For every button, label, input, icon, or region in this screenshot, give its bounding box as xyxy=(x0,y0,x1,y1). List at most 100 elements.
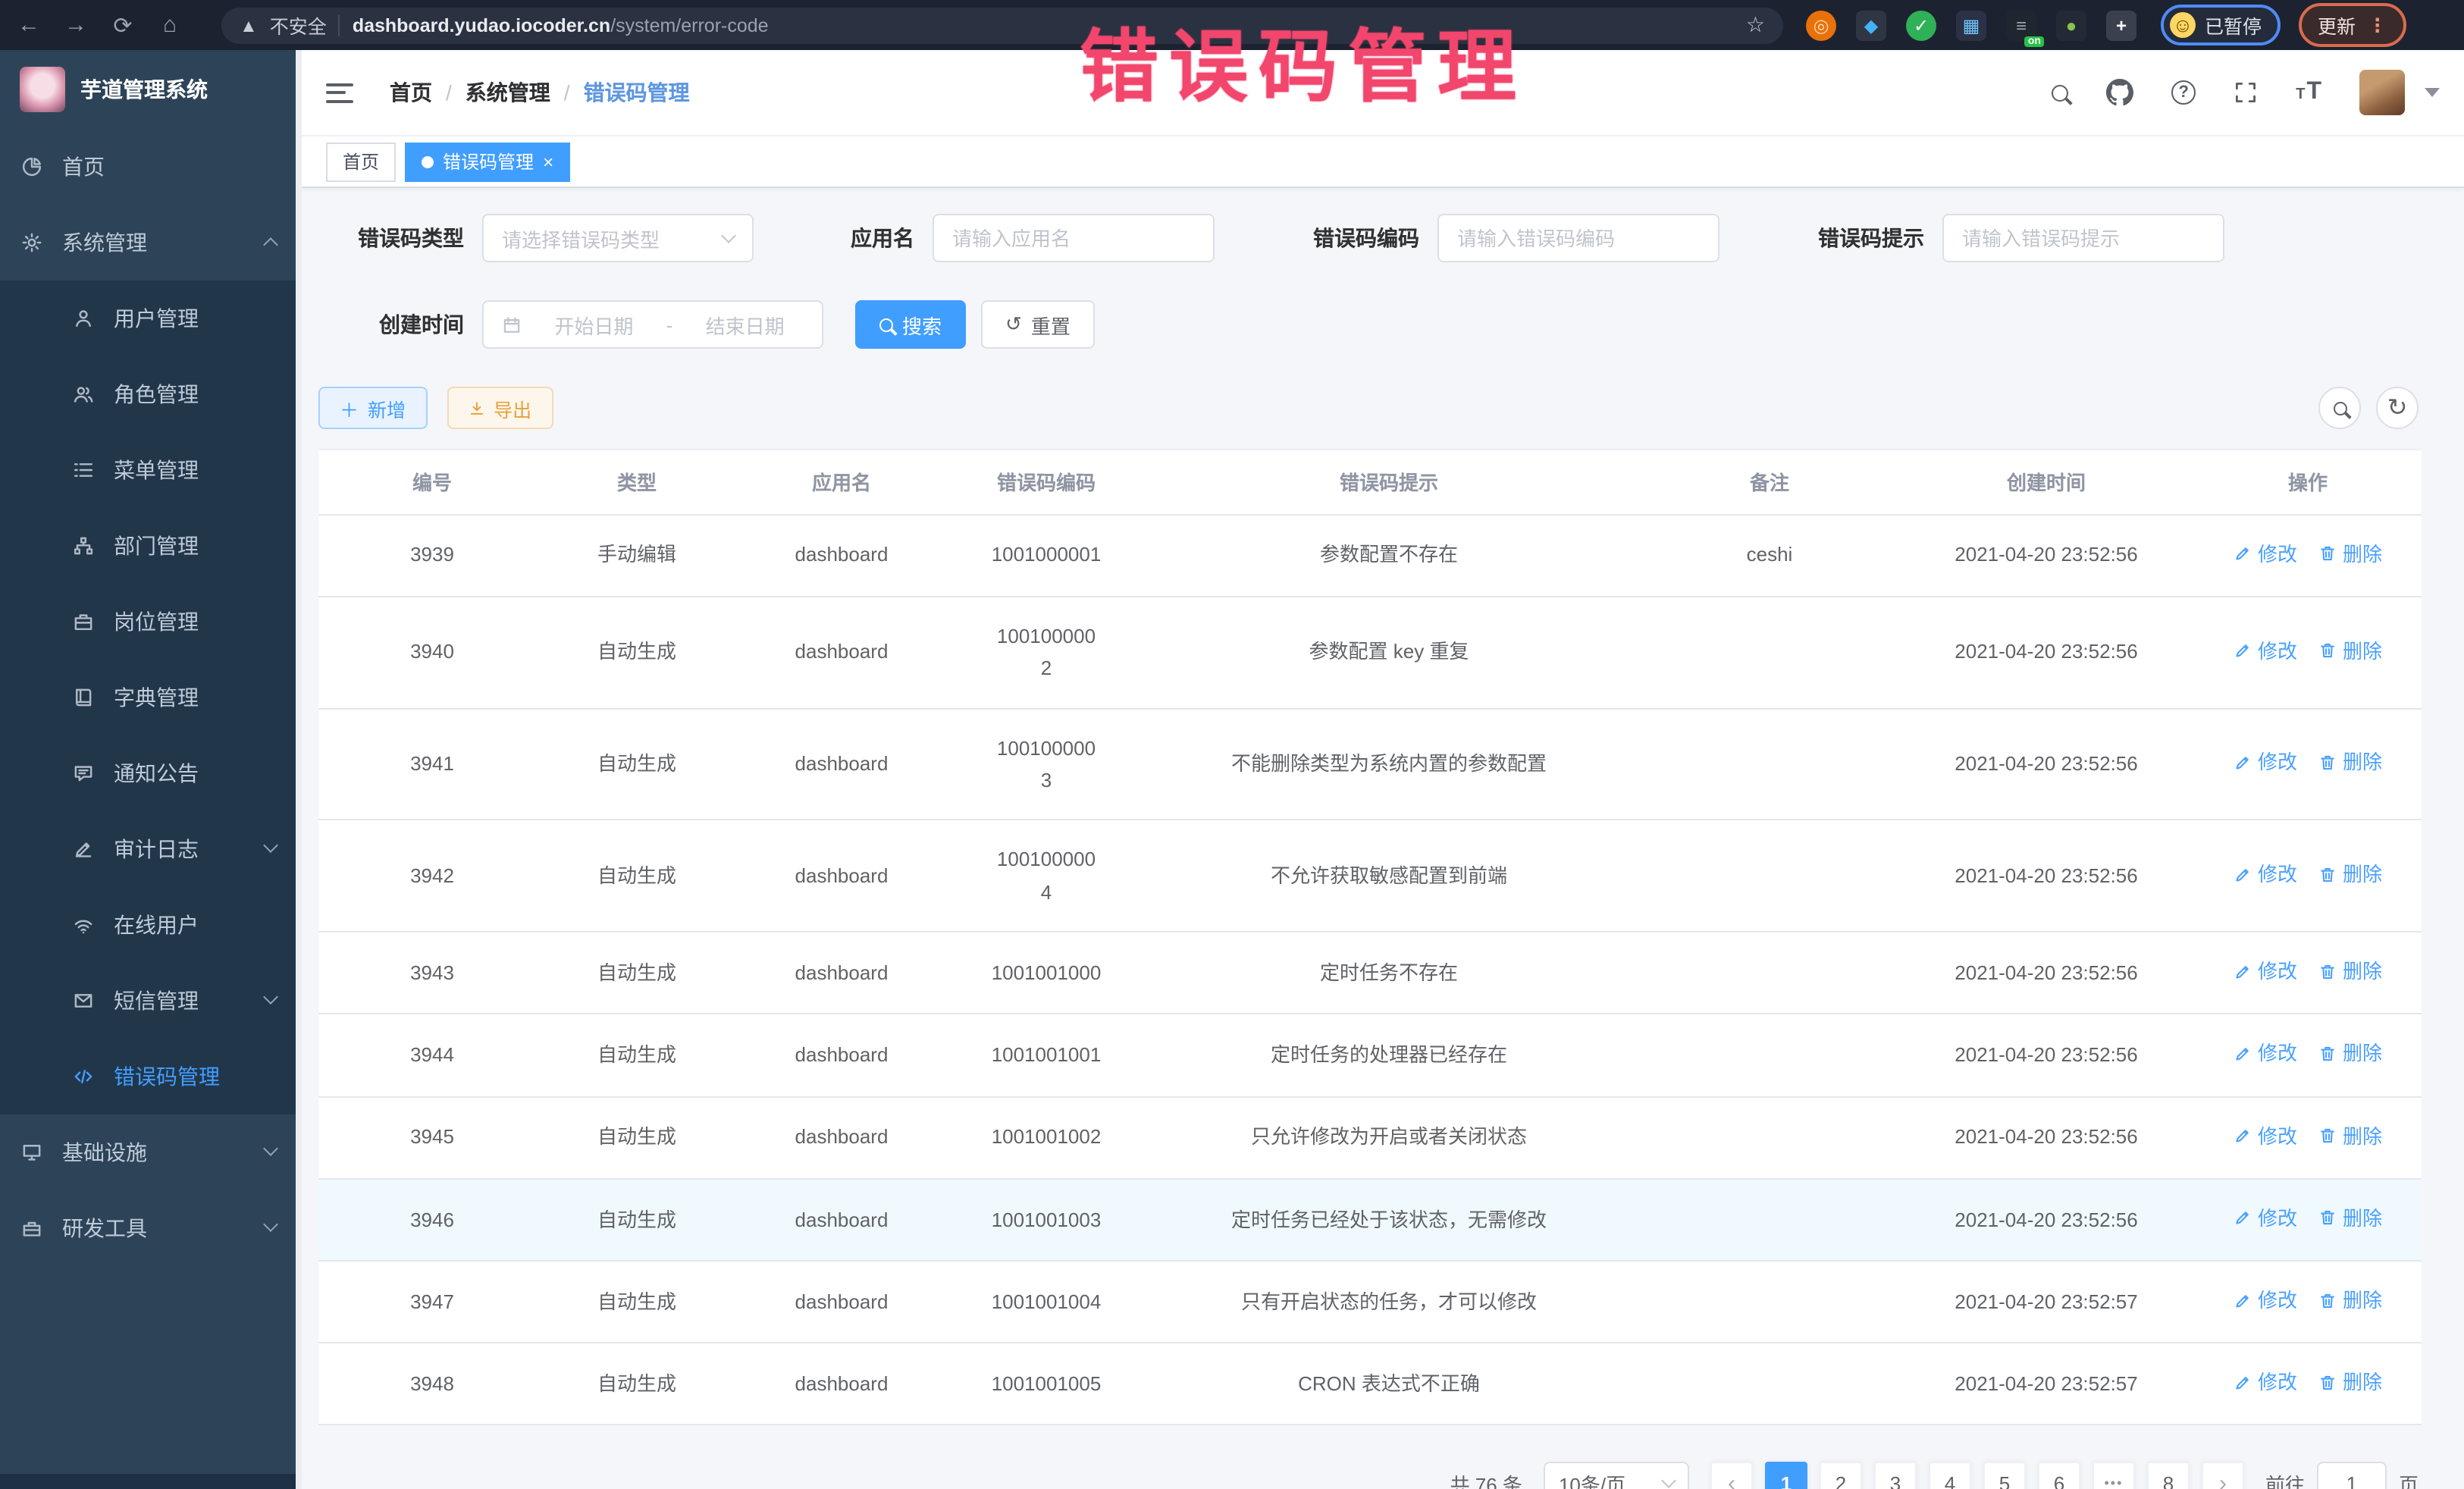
close-tab-icon[interactable]: × xyxy=(543,152,553,171)
home-icon[interactable]: ⌂ xyxy=(156,12,183,38)
delete-link[interactable]: 删除 xyxy=(2318,1366,2382,1399)
reset-button[interactable]: ↺ 重置 xyxy=(981,300,1095,349)
sidebar-item-sms-management[interactable]: 短信管理 xyxy=(0,963,302,1039)
breadcrumb-item[interactable]: 首页 xyxy=(390,77,432,108)
sidebar-item-post-management[interactable]: 岗位管理 xyxy=(0,584,302,660)
search-icon[interactable] xyxy=(2052,84,2068,101)
breadcrumb-item[interactable]: 错误码管理 xyxy=(584,77,690,108)
edit-link[interactable]: 修改 xyxy=(2234,1202,2297,1235)
edit-link[interactable]: 修改 xyxy=(2234,956,2297,989)
delete-link[interactable]: 删除 xyxy=(2318,538,2382,570)
page-button-8[interactable]: 8 xyxy=(2147,1462,2190,1489)
export-button[interactable]: 导出 xyxy=(447,387,553,429)
github-icon[interactable] xyxy=(2106,79,2133,106)
sidebar-item-system-management[interactable]: 系统管理 xyxy=(0,205,302,281)
bookmark-star-icon[interactable]: ☆ xyxy=(1746,12,1765,38)
next-page-button[interactable]: › xyxy=(2202,1462,2244,1489)
ext-blue-gem-icon[interactable]: ◆ xyxy=(1856,10,1886,40)
sidebar-item-menu-management[interactable]: 菜单管理 xyxy=(0,432,302,508)
error-type-select[interactable]: 请选择错误码类型 xyxy=(482,214,754,262)
app-name-input[interactable] xyxy=(933,214,1215,262)
refresh-table-button[interactable]: ↻ xyxy=(2376,387,2419,429)
fullscreen-icon[interactable] xyxy=(2234,80,2258,105)
ext-green-pin-icon[interactable]: ● xyxy=(2056,10,2086,40)
page-size-select[interactable]: 10条/页 xyxy=(1544,1462,1689,1489)
row-code: 1001001002 xyxy=(955,1096,1137,1178)
sidebar-item-label: 审计日志 xyxy=(114,834,199,864)
reload-icon[interactable]: ⟳ xyxy=(109,11,136,39)
row-time: 2021-04-20 23:52:56 xyxy=(1898,1096,2194,1178)
delete-link[interactable]: 删除 xyxy=(2318,859,2382,892)
avatar[interactable] xyxy=(2359,70,2405,115)
error-code-input[interactable] xyxy=(1437,214,1719,262)
edit-link[interactable]: 修改 xyxy=(2234,1038,2297,1071)
error-hint-input[interactable] xyxy=(1942,214,2224,262)
page-button-6[interactable]: 6 xyxy=(2038,1462,2080,1489)
sidebar-item-home[interactable]: 首页 xyxy=(0,129,302,205)
forward-icon[interactable]: → xyxy=(62,12,89,38)
edit-link[interactable]: 修改 xyxy=(2234,1284,2297,1317)
edit-link[interactable]: 修改 xyxy=(2234,538,2297,570)
more-pages-button[interactable]: ••• xyxy=(2093,1462,2135,1489)
prev-page-button[interactable]: ‹ xyxy=(1710,1462,1753,1489)
date-range-picker[interactable]: 开始日期 - 结束日期 xyxy=(482,300,823,349)
delete-link[interactable]: 删除 xyxy=(2318,1202,2382,1235)
row-app: dashboard xyxy=(728,708,955,820)
profile-paused-pill[interactable]: ☺ 已暂停 xyxy=(2161,5,2280,45)
chevron-down-icon[interactable] xyxy=(2425,88,2440,97)
help-icon[interactable]: ? xyxy=(2171,80,2196,105)
sidebar-item-role-management[interactable]: 角色管理 xyxy=(0,356,302,432)
sidebar-item-error-code-management[interactable]: 错误码管理 xyxy=(0,1039,302,1114)
edit-link[interactable]: 修改 xyxy=(2234,1120,2297,1152)
sidebar-item-audit-log[interactable]: 审计日志 xyxy=(0,811,302,887)
page-button-3[interactable]: 3 xyxy=(1874,1462,1917,1489)
delete-link[interactable]: 删除 xyxy=(2318,1120,2382,1152)
ext-puzzle-icon[interactable]: + xyxy=(2106,10,2136,40)
show-search-button[interactable] xyxy=(2318,387,2361,429)
ext-list-on-icon[interactable]: ≡on xyxy=(2006,10,2036,40)
sidebar-item-dept-management[interactable]: 部门管理 xyxy=(0,508,302,584)
ext-orange-ring-icon[interactable]: ◎ xyxy=(1806,10,1836,40)
browser-menu-icon[interactable]: ⋮ xyxy=(2368,14,2387,36)
breadcrumb-item[interactable]: 系统管理 xyxy=(466,77,550,108)
hamburger-icon[interactable] xyxy=(326,83,353,102)
address-bar[interactable]: ▲ 不安全 dashboard.yudao.iocoder.cn/system/… xyxy=(221,7,1783,43)
page-button-2[interactable]: 2 xyxy=(1820,1462,1862,1489)
row-time: 2021-04-20 23:52:56 xyxy=(1898,596,2194,708)
sidebar-item-online-users[interactable]: 在线用户 xyxy=(0,887,302,963)
search-button[interactable]: 搜索 xyxy=(855,300,966,349)
delete-link[interactable]: 删除 xyxy=(2318,956,2382,989)
delete-link[interactable]: 删除 xyxy=(2318,747,2382,779)
tab-error-code[interactable]: 错误码管理× xyxy=(405,142,570,181)
app-logo-row[interactable]: 芋道管理系统 xyxy=(0,50,302,129)
sidebar-item-user-management[interactable]: 用户管理 xyxy=(0,281,302,356)
security-label[interactable]: 不安全 xyxy=(270,11,327,39)
ext-green-check-icon[interactable]: ✓ xyxy=(1906,10,1936,40)
edit-link[interactable]: 修改 xyxy=(2234,859,2297,892)
goto-page-input[interactable] xyxy=(2317,1462,2387,1489)
delete-link[interactable]: 删除 xyxy=(2318,635,2382,667)
font-size-icon[interactable]: TT xyxy=(2296,80,2321,105)
row-actions: 修改删除 xyxy=(2194,514,2422,596)
ext-grid-icon[interactable]: ▦ xyxy=(1956,10,1986,40)
page-button-1[interactable]: 1 xyxy=(1765,1462,1807,1489)
delete-link[interactable]: 删除 xyxy=(2318,1038,2382,1071)
add-button[interactable]: ＋ 新增 xyxy=(318,387,427,429)
url-text: dashboard.yudao.iocoder.cn/system/error-… xyxy=(353,14,769,36)
sidebar-item-dict-management[interactable]: 字典管理 xyxy=(0,660,302,735)
back-icon[interactable]: ← xyxy=(15,12,42,38)
sidebar-item-infrastructure[interactable]: 基础设施 xyxy=(0,1114,302,1190)
tab-home[interactable]: 首页 xyxy=(326,142,396,181)
sidebar-item-notice-announcement[interactable]: 通知公告 xyxy=(0,735,302,811)
page-button-5[interactable]: 5 xyxy=(1983,1462,2026,1489)
delete-link[interactable]: 删除 xyxy=(2318,1284,2382,1317)
url-host: dashboard.yudao.iocoder.cn xyxy=(353,14,610,36)
page-button-4[interactable]: 4 xyxy=(1929,1462,1971,1489)
edit-link[interactable]: 修改 xyxy=(2234,747,2297,779)
edit-link[interactable]: 修改 xyxy=(2234,635,2297,667)
sidebar-item-dev-tools[interactable]: 研发工具 xyxy=(0,1190,302,1266)
edit-link[interactable]: 修改 xyxy=(2234,1366,2297,1399)
app-title: 芋道管理系统 xyxy=(80,74,208,105)
row-time: 2021-04-20 23:52:56 xyxy=(1898,820,2194,933)
browser-update-button[interactable]: 更新 ⋮ xyxy=(2298,3,2406,47)
